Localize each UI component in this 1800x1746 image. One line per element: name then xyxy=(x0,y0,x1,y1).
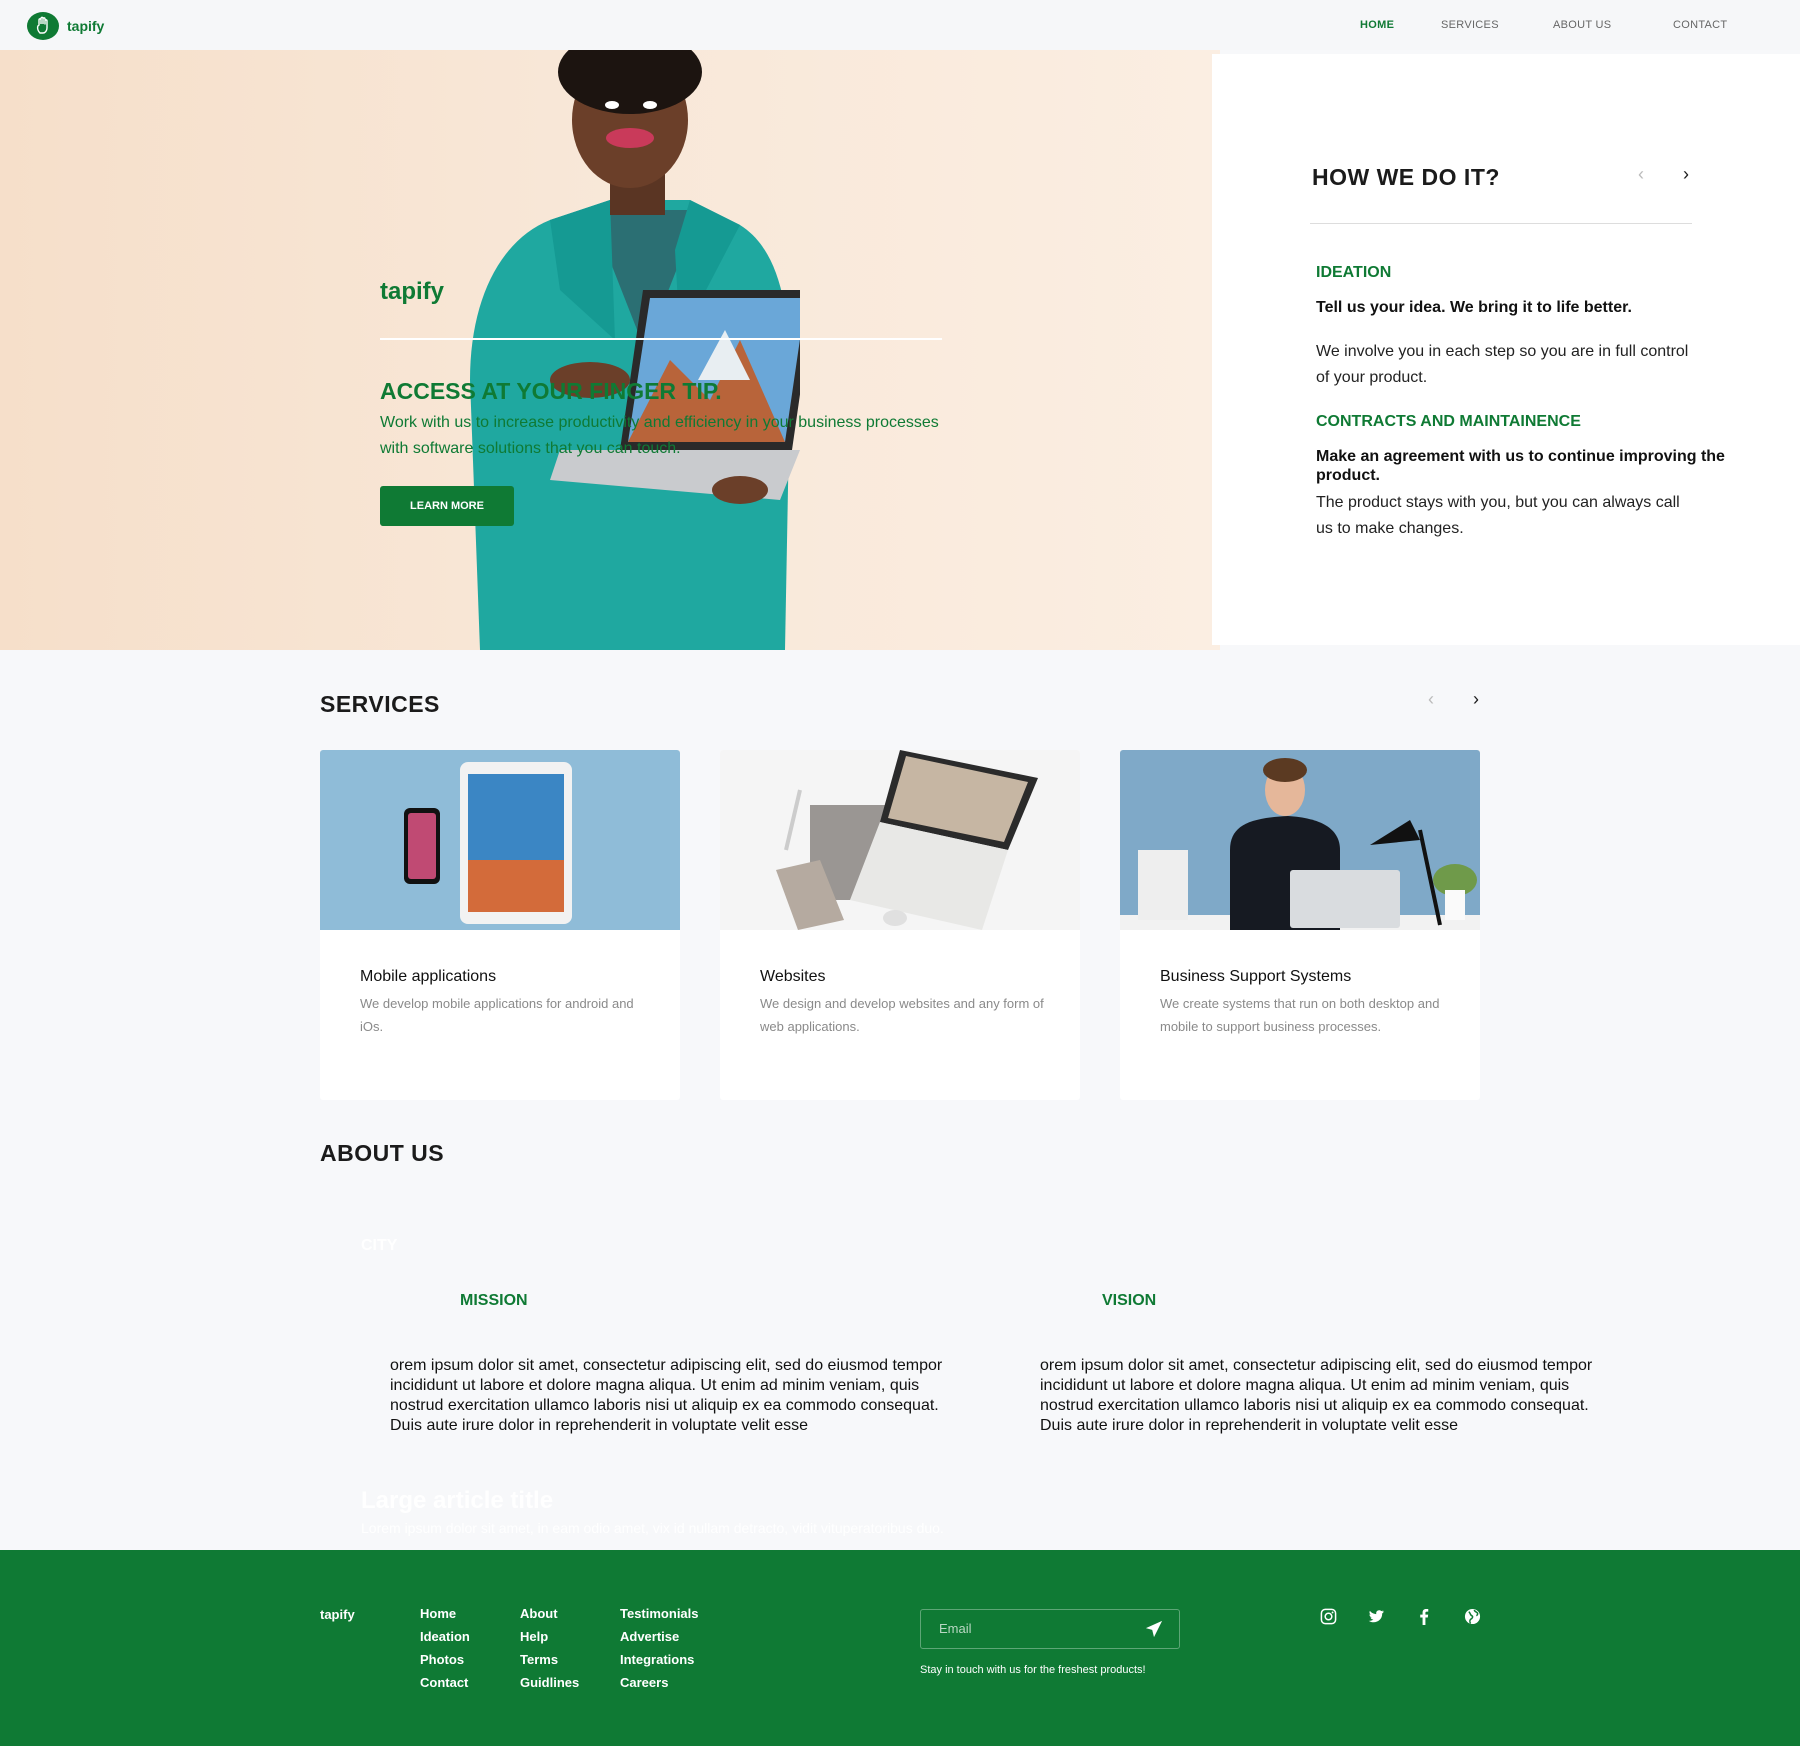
how-we-do-it-panel: HOW WE DO IT? ‹ › IDEATION Tell us your … xyxy=(1212,54,1800,645)
about-city-label: CITY xyxy=(361,1237,398,1254)
footer-link-guidlines[interactable]: Guidlines xyxy=(520,1675,579,1698)
laptop-desk-image xyxy=(720,750,1080,930)
hero-woman-with-laptop-image xyxy=(470,50,800,650)
how-title: HOW WE DO IT? xyxy=(1312,164,1500,190)
service-card-title: Mobile applications xyxy=(360,968,497,985)
facebook-icon[interactable] xyxy=(1414,1606,1434,1626)
globe-icon[interactable] xyxy=(1462,1606,1482,1626)
how-contracts-text: The product stays with you, but you can … xyxy=(1316,494,1680,537)
footer-link-careers[interactable]: Careers xyxy=(620,1675,699,1698)
how-divider xyxy=(1310,223,1692,224)
footer: tapify Home Ideation Photos Contact Abou… xyxy=(0,1550,1800,1746)
learn-more-button[interactable]: LEARN MORE xyxy=(380,486,514,526)
footer-brand: tapify xyxy=(320,1607,355,1622)
logo-hand-icon xyxy=(27,12,59,40)
hero-section: tapify ACCESS AT YOUR FINGER TIP. Work w… xyxy=(0,50,1220,650)
services-title: SERVICES xyxy=(320,691,440,717)
email-field-wrapper xyxy=(920,1609,1180,1649)
about-title: ABOUT US xyxy=(320,1140,445,1166)
hero-divider xyxy=(380,338,942,340)
twitter-icon[interactable] xyxy=(1366,1606,1386,1626)
nav-about-us[interactable]: ABOUT US xyxy=(1553,19,1611,31)
top-navbar: tapify HOME SERVICES ABOUT US CONTACT xyxy=(0,0,1800,50)
vision-text: orem ipsum dolor sit amet, consectetur a… xyxy=(1040,1357,1593,1434)
how-ideation-lead: Tell us your idea. We bring it to life b… xyxy=(1316,299,1632,316)
footer-link-terms[interactable]: Terms xyxy=(520,1652,579,1675)
send-icon[interactable] xyxy=(1145,1620,1163,1638)
service-card-mobile[interactable]: Mobile applications We develop mobile ap… xyxy=(320,750,680,1100)
footer-link-testimonials[interactable]: Testimonials xyxy=(620,1606,699,1629)
service-card-title: Business Support Systems xyxy=(1160,968,1352,985)
logo-text: tapify xyxy=(67,18,105,34)
how-ideation-heading: IDEATION xyxy=(1316,264,1392,281)
service-card-websites[interactable]: Websites We design and develop websites … xyxy=(720,750,1080,1100)
how-contracts-heading: CONTRACTS AND MAINTAINENCE xyxy=(1316,413,1581,430)
mobile-devices-image xyxy=(320,750,680,930)
footer-link-photos[interactable]: Photos xyxy=(420,1652,470,1675)
hero-brand: tapify xyxy=(380,278,445,305)
service-card-text: We create systems that run on both deskt… xyxy=(1160,996,1440,1034)
footer-link-home[interactable]: Home xyxy=(420,1606,470,1629)
mission-heading: MISSION xyxy=(460,1292,528,1309)
footer-link-help[interactable]: Help xyxy=(520,1629,579,1652)
footer-link-about[interactable]: About xyxy=(520,1606,579,1629)
how-next-arrow-icon[interactable]: › xyxy=(1675,163,1697,185)
logo[interactable]: tapify xyxy=(27,12,104,40)
how-ideation-text: We involve you in each step so you are i… xyxy=(1316,343,1689,386)
footer-links-col3: Testimonials Advertise Integrations Care… xyxy=(620,1606,699,1698)
service-card-business[interactable]: Business Support Systems We create syste… xyxy=(1120,750,1480,1100)
vision-heading: VISION xyxy=(1102,1292,1157,1309)
article-title: Large article title xyxy=(361,1487,554,1514)
nav-services[interactable]: SERVICES xyxy=(1441,19,1499,31)
newsletter-note: Stay in touch with us for the freshest p… xyxy=(920,1664,1146,1676)
nav-home[interactable]: HOME xyxy=(1360,19,1394,31)
service-card-text: We develop mobile applications for andro… xyxy=(360,996,634,1034)
instagram-icon[interactable] xyxy=(1318,1606,1338,1626)
footer-link-integrations[interactable]: Integrations xyxy=(620,1652,699,1675)
service-card-text: We design and develop websites and any f… xyxy=(760,996,1044,1034)
footer-link-advertise[interactable]: Advertise xyxy=(620,1629,699,1652)
services-prev-arrow-icon[interactable]: ‹ xyxy=(1420,688,1442,710)
footer-link-ideation[interactable]: Ideation xyxy=(420,1629,470,1652)
nav-contact[interactable]: CONTACT xyxy=(1673,19,1727,31)
services-next-arrow-icon[interactable]: › xyxy=(1465,688,1487,710)
article-text: Lorem ipsum dolor sit amet, in eam odio … xyxy=(361,1520,944,1536)
footer-links-col2: About Help Terms Guidlines xyxy=(520,1606,579,1698)
hero-subtitle: Work with us to increase productivity an… xyxy=(380,414,939,457)
mission-text: orem ipsum dolor sit amet, consectetur a… xyxy=(390,1357,943,1434)
how-prev-arrow-icon[interactable]: ‹ xyxy=(1630,163,1652,185)
hero-title: ACCESS AT YOUR FINGER TIP. xyxy=(380,378,722,404)
service-card-title: Websites xyxy=(760,968,826,985)
businessman-office-image xyxy=(1120,750,1480,930)
footer-links-col1: Home Ideation Photos Contact xyxy=(420,1606,470,1698)
how-contracts-lead: Make an agreement with us to continue im… xyxy=(1316,448,1725,484)
footer-link-contact[interactable]: Contact xyxy=(420,1675,470,1698)
email-input[interactable] xyxy=(939,1621,1139,1636)
